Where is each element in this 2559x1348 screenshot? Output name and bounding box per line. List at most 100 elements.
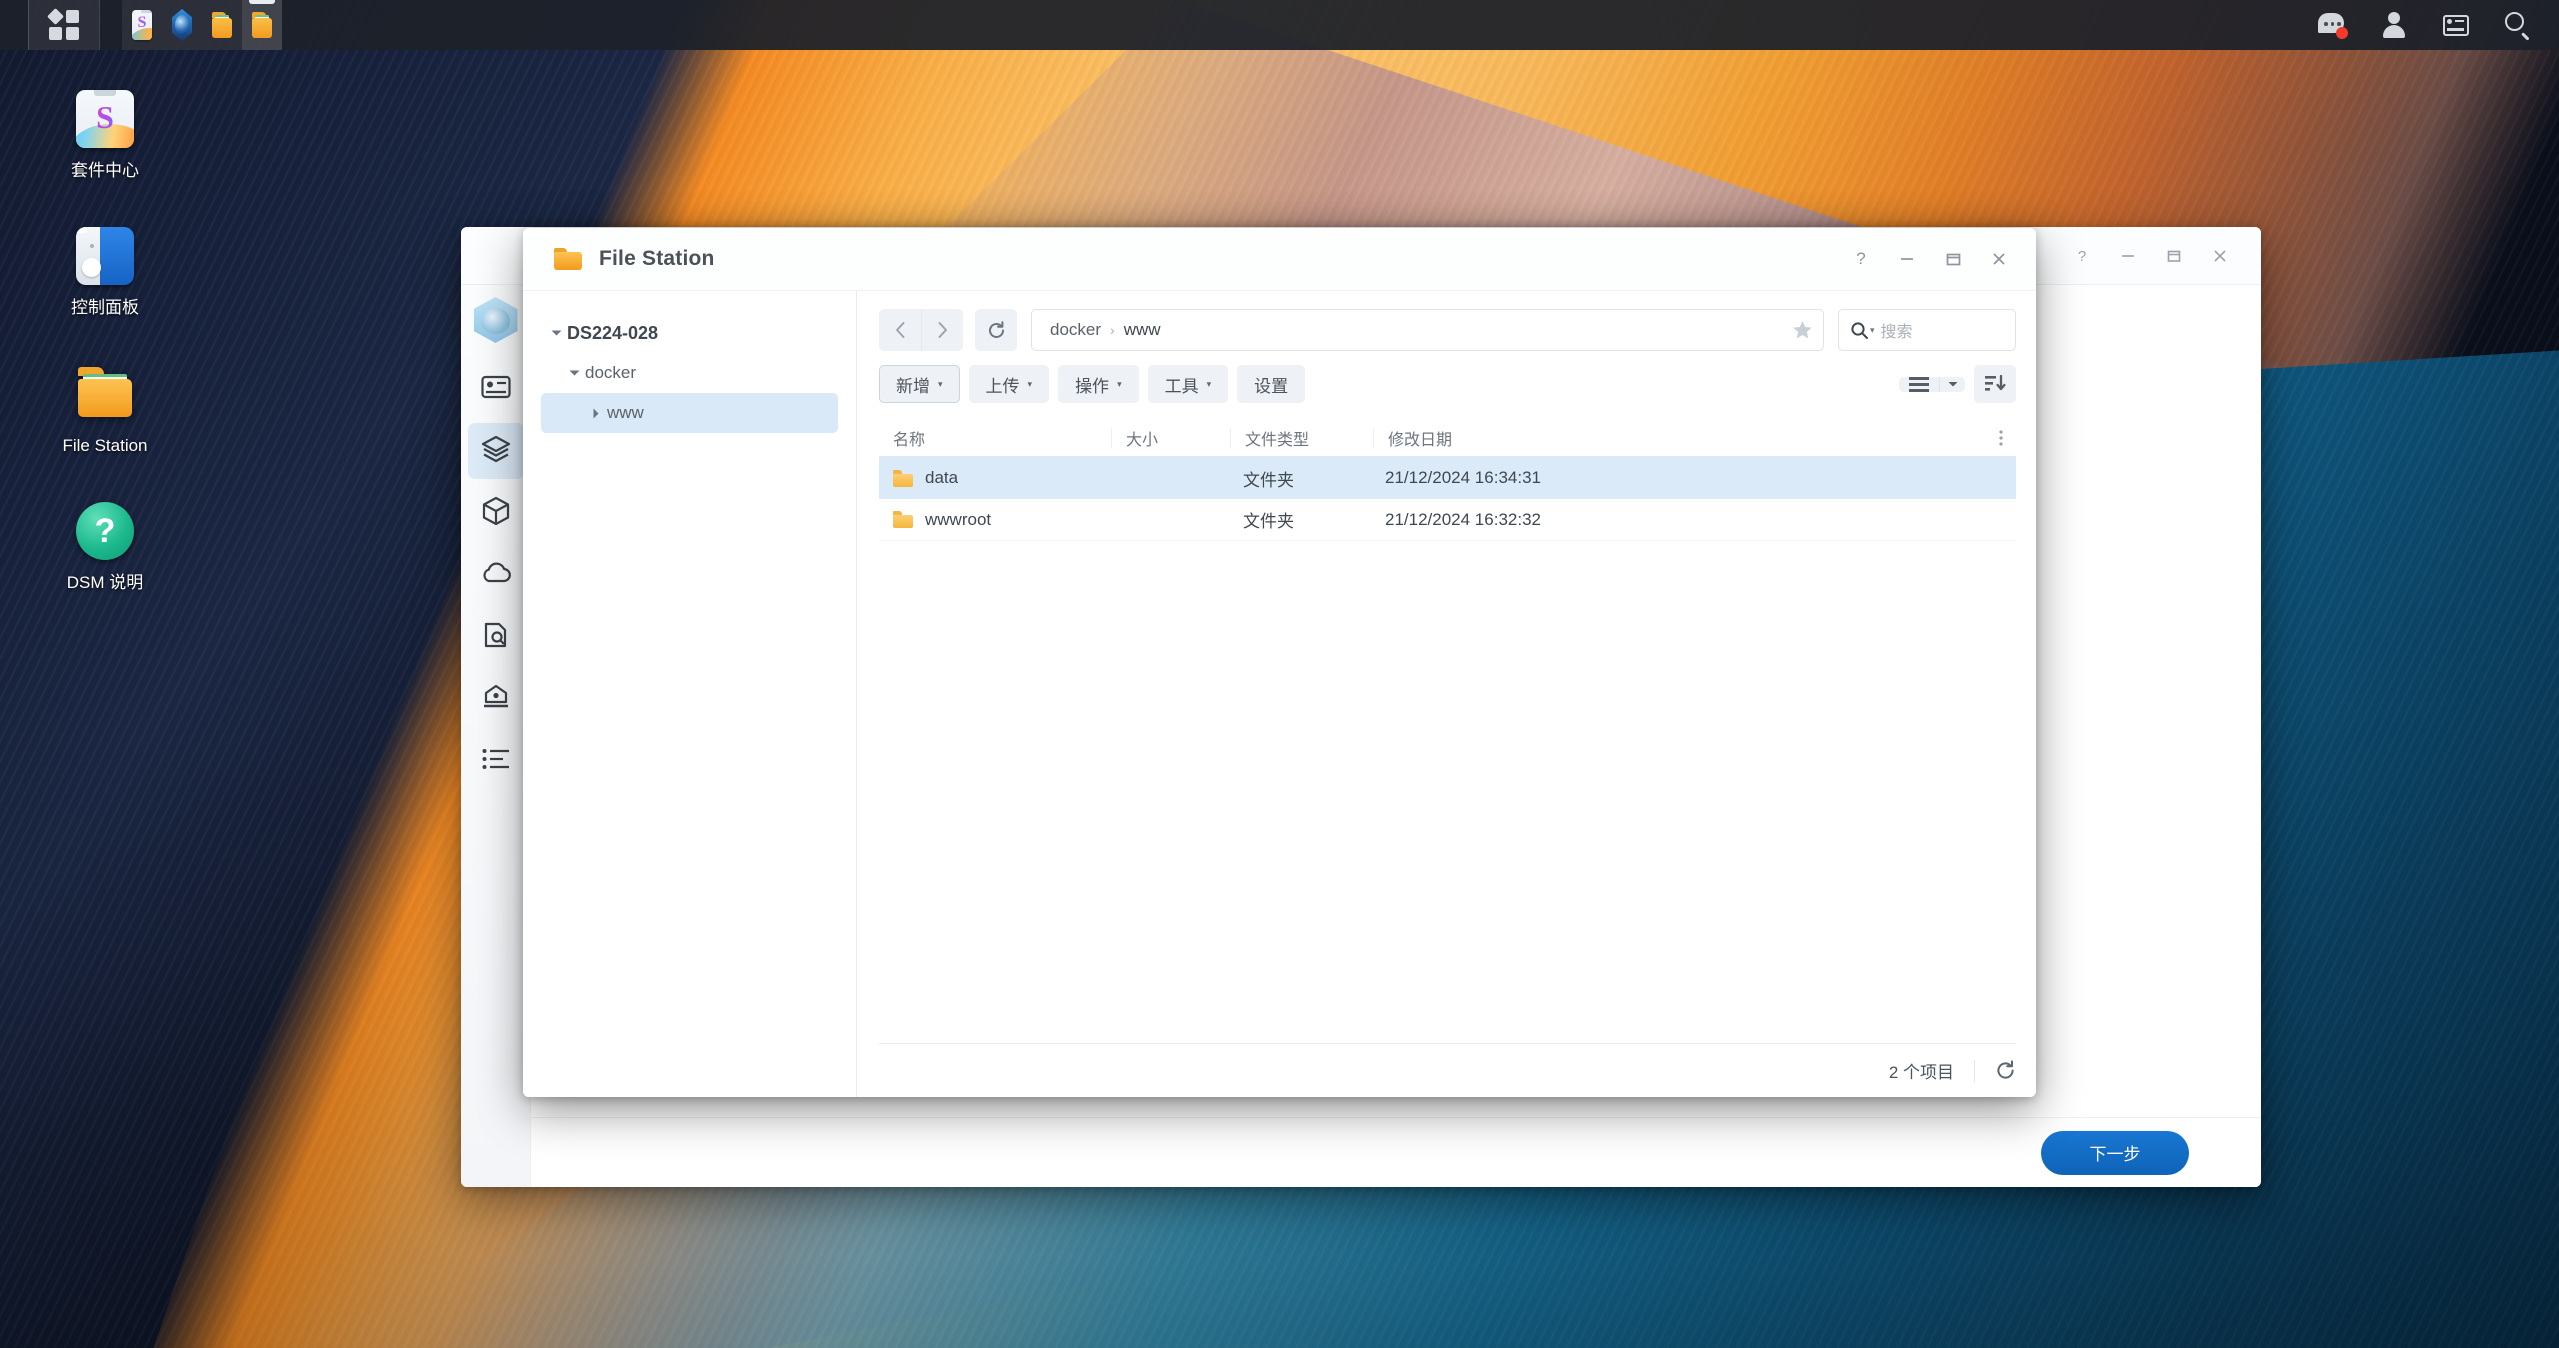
file-station-main-pane: docker › www ▾ 搜索 新增 ▾ 上传 ▾ 操作 ▾ 工具 ▾ 设置… bbox=[857, 291, 2036, 1097]
maximize-button[interactable] bbox=[2151, 234, 2197, 278]
desktop-icon-label: DSM 说明 bbox=[66, 573, 144, 593]
main-menu-button[interactable] bbox=[28, 0, 100, 50]
next-step-button[interactable]: 下一步 bbox=[2041, 1130, 2189, 1175]
history-button-group bbox=[879, 309, 963, 351]
sidebar-item-network[interactable] bbox=[468, 671, 524, 727]
chevron-down-icon[interactable] bbox=[545, 329, 567, 337]
cell-name: wwwroot bbox=[879, 510, 1111, 530]
folder-tree-sidebar: DS224-028 docker www bbox=[523, 291, 857, 1097]
chevron-down-icon[interactable] bbox=[563, 369, 585, 377]
tree-item-label: www bbox=[607, 403, 644, 422]
window-title: File Station bbox=[599, 247, 715, 270]
chevron-right-icon[interactable] bbox=[585, 408, 607, 419]
search-button[interactable] bbox=[2487, 0, 2549, 50]
create-button-label: 新增 bbox=[896, 376, 930, 396]
column-options-icon[interactable] bbox=[1986, 429, 2016, 446]
taskbar-item-file-station[interactable] bbox=[202, 0, 242, 50]
cell-type: 文件夹 bbox=[1243, 512, 1294, 531]
file-station-body: DS224-028 docker www docker › www ▾ 搜索 新… bbox=[523, 290, 2036, 1097]
breadcrumb-www[interactable]: www bbox=[1124, 320, 1161, 340]
upload-button-label: 上传 bbox=[985, 376, 1020, 396]
taskbar-item-container-manager[interactable] bbox=[162, 0, 202, 50]
desktop-icon-list: S 套件中心 控制面板 File Station ? DSM 说明 bbox=[40, 80, 170, 630]
sidebar-item-overview[interactable] bbox=[468, 361, 524, 417]
search-icon bbox=[2505, 12, 2531, 40]
minimize-button[interactable] bbox=[1884, 237, 1930, 281]
search-input[interactable]: ▾ 搜索 bbox=[1838, 309, 2016, 351]
desktop-icon-file-station[interactable]: File Station bbox=[40, 355, 170, 462]
search-placeholder: 搜索 bbox=[1880, 324, 1913, 341]
chevron-down-icon: ▾ bbox=[1117, 378, 1122, 389]
file-station-window[interactable]: File Station ? DS224-028 docker www dock… bbox=[523, 228, 2036, 1097]
container-manager-sidebar bbox=[461, 285, 531, 1187]
taskbar-item-package-center[interactable]: S bbox=[122, 0, 162, 50]
list-view-button[interactable] bbox=[1899, 376, 1939, 392]
widgets-button[interactable] bbox=[2425, 0, 2487, 50]
overview-icon bbox=[480, 375, 511, 404]
settings-button-label: 设置 bbox=[1254, 376, 1289, 396]
container-manager-icon bbox=[172, 9, 192, 41]
sort-button[interactable] bbox=[1974, 365, 2016, 403]
file-station-titlebar[interactable]: File Station ? bbox=[523, 228, 2036, 290]
cube-icon bbox=[482, 496, 510, 531]
item-count-label: 2 个项目 bbox=[1888, 1063, 1954, 1082]
tree-item-label: docker bbox=[585, 363, 637, 382]
tree-item-www[interactable]: www bbox=[541, 393, 838, 433]
favorite-star-icon[interactable] bbox=[1792, 320, 1813, 340]
desktop-icon-package-center[interactable]: S 套件中心 bbox=[40, 80, 170, 187]
minimize-button[interactable] bbox=[2105, 234, 2151, 278]
layers-icon bbox=[481, 435, 511, 468]
file-name-label: wwwroot bbox=[925, 509, 992, 529]
refresh-icon[interactable] bbox=[1995, 1060, 2016, 1081]
refresh-button[interactable] bbox=[975, 309, 1017, 351]
forward-button[interactable] bbox=[921, 309, 963, 351]
tree-item-ds224-028[interactable]: DS224-028 bbox=[541, 313, 838, 353]
breadcrumb-docker[interactable]: docker bbox=[1050, 320, 1101, 340]
column-header-name[interactable]: 名称 bbox=[879, 426, 1111, 450]
file-station-toolbar: 新增 ▾ 上传 ▾ 操作 ▾ 工具 ▾ 设置 bbox=[857, 351, 2036, 403]
notifications-button[interactable] bbox=[2301, 0, 2363, 50]
grid-menu-icon bbox=[47, 8, 79, 40]
close-button[interactable] bbox=[1976, 237, 2022, 281]
settings-button[interactable]: 设置 bbox=[1237, 365, 1306, 403]
tools-button[interactable]: 工具 ▾ bbox=[1147, 365, 1229, 403]
user-account-button[interactable] bbox=[2363, 0, 2425, 50]
desktop-icon-control-panel[interactable]: 控制面板 bbox=[40, 217, 170, 324]
close-button[interactable] bbox=[2197, 234, 2243, 278]
taskbar-item-file-station-active[interactable] bbox=[242, 0, 282, 50]
table-row[interactable]: data 文件夹 21/12/2024 16:34:31 bbox=[879, 457, 2016, 499]
action-button[interactable]: 操作 ▾ bbox=[1058, 365, 1139, 403]
path-breadcrumb-bar[interactable]: docker › www bbox=[1031, 309, 1824, 351]
column-header-type[interactable]: 文件类型 bbox=[1231, 426, 1373, 450]
sidebar-item-image[interactable] bbox=[468, 547, 524, 603]
tree-item-label: DS224-028 bbox=[567, 322, 659, 343]
column-header-modified-date[interactable]: 修改日期 bbox=[1374, 426, 1986, 450]
tree-item-docker[interactable]: docker bbox=[541, 353, 838, 393]
sidebar-item-log[interactable] bbox=[468, 733, 524, 789]
network-icon bbox=[481, 683, 511, 716]
sidebar-item-container[interactable] bbox=[468, 485, 524, 541]
help-button[interactable]: ? bbox=[1838, 237, 1884, 281]
chevron-down-icon: ▾ bbox=[1027, 378, 1033, 389]
folder-icon bbox=[252, 12, 272, 38]
create-button[interactable]: 新增 ▾ bbox=[879, 365, 960, 403]
sidebar-item-registry[interactable] bbox=[468, 609, 524, 665]
back-button[interactable] bbox=[879, 309, 921, 351]
breadcrumb-separator: › bbox=[1110, 322, 1115, 338]
sidebar-item-project[interactable] bbox=[467, 423, 524, 479]
help-button[interactable]: ? bbox=[2059, 234, 2105, 278]
chevron-down-icon[interactable]: ▾ bbox=[1870, 325, 1875, 336]
registry-search-icon bbox=[482, 621, 510, 654]
package-center-icon: S bbox=[132, 10, 152, 40]
view-mode-dropdown-button[interactable] bbox=[1939, 376, 1965, 392]
column-header-size[interactable]: 大小 bbox=[1112, 426, 1230, 450]
desktop-icon-dsm-help[interactable]: ? DSM 说明 bbox=[40, 492, 170, 599]
folder-icon bbox=[893, 469, 913, 487]
taskbar-app-list: S bbox=[122, 0, 282, 50]
view-mode-button-group bbox=[1899, 376, 1965, 392]
maximize-button[interactable] bbox=[1930, 237, 1976, 281]
user-account-icon bbox=[2381, 12, 2407, 38]
cell-modified-date: 21/12/2024 16:34:31 bbox=[1385, 468, 1541, 487]
table-row[interactable]: wwwroot 文件夹 21/12/2024 16:32:32 bbox=[879, 499, 2016, 541]
upload-button[interactable]: 上传 ▾ bbox=[968, 365, 1050, 403]
